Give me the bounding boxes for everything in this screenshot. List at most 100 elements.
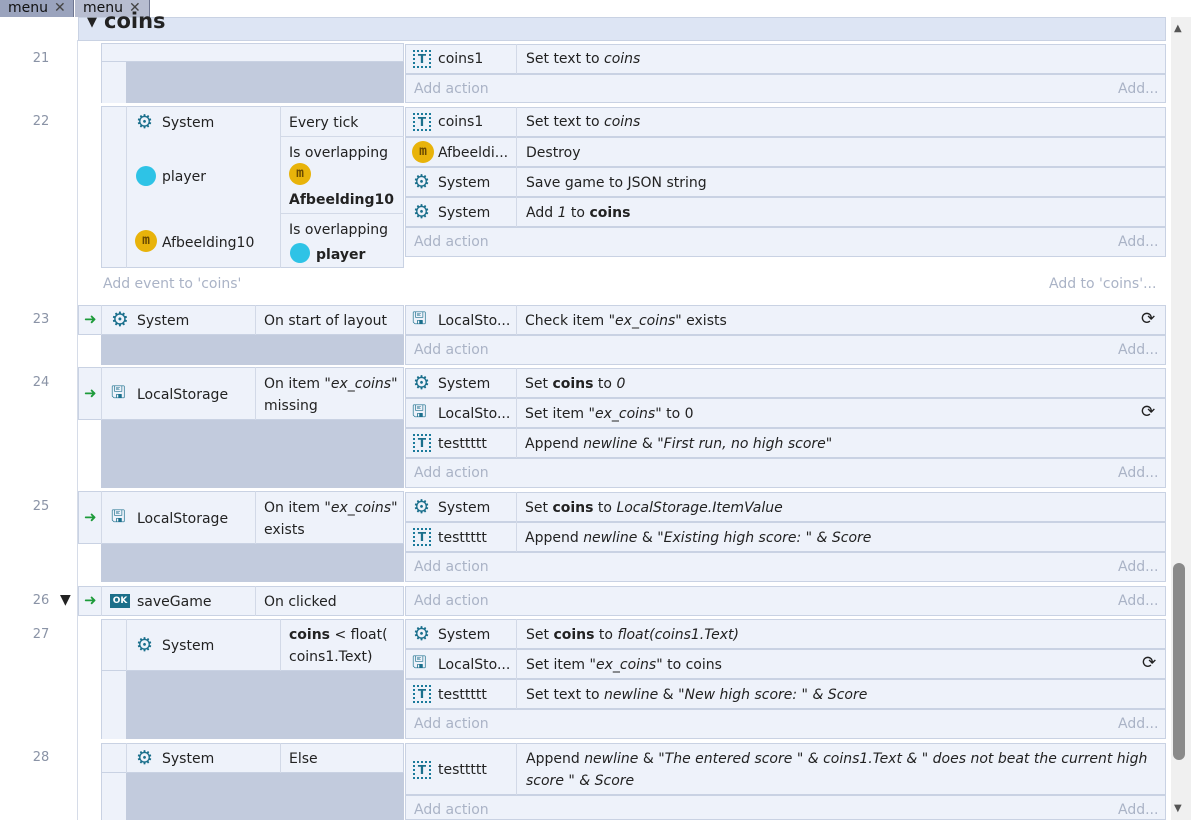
add-action-link[interactable]: Add action <box>414 559 489 575</box>
divider <box>516 619 517 709</box>
trigger-arrow-icon: ➜ <box>84 508 97 526</box>
action-row[interactable] <box>405 167 1166 197</box>
action-text: Destroy <box>526 145 581 161</box>
line-number: 28 <box>32 750 50 765</box>
divider <box>280 619 281 671</box>
action-object: coins1 <box>438 114 484 130</box>
add-action-row[interactable] <box>405 74 1166 103</box>
coin-icon: m <box>289 163 311 185</box>
condition-spacer <box>126 773 404 820</box>
condition-object: System <box>162 638 215 654</box>
gear-icon: ⚙ <box>413 372 431 394</box>
add-more-link[interactable]: Add... <box>1118 81 1158 97</box>
storage-icon: 🖫 <box>412 309 427 329</box>
divider <box>101 586 102 616</box>
divider <box>126 743 127 773</box>
gear-icon: ⚙ <box>111 307 129 331</box>
action-row[interactable] <box>405 398 1166 428</box>
async-clock-icon: ⟳ <box>1141 309 1156 329</box>
add-action-link[interactable]: Add action <box>414 465 489 481</box>
action-object: LocalSto... <box>438 657 511 673</box>
add-action-row[interactable] <box>405 458 1166 488</box>
add-more-link[interactable]: Add... <box>1118 559 1158 575</box>
scroll-down-icon[interactable]: ▼ <box>1174 800 1182 818</box>
add-more-link[interactable]: Add... <box>1118 465 1158 481</box>
group-header[interactable] <box>78 17 1166 41</box>
tab-menu-1[interactable]: menu ✕ <box>0 0 74 17</box>
condition-text: On item "ex_coins" <box>264 376 398 392</box>
add-action-row[interactable] <box>405 335 1166 365</box>
add-action-row[interactable] <box>405 795 1166 820</box>
add-action-link[interactable]: Add action <box>414 342 489 358</box>
add-to-group-link[interactable]: Add to 'coins'... <box>1049 276 1156 292</box>
add-action-row[interactable] <box>405 586 1166 616</box>
divider <box>255 367 256 420</box>
scrollbar-thumb[interactable] <box>1173 563 1185 760</box>
add-action-row[interactable] <box>405 709 1166 739</box>
indent <box>101 671 126 739</box>
gear-icon: ⚙ <box>413 623 431 645</box>
action-object: coins1 <box>438 51 484 67</box>
add-action-row[interactable] <box>405 552 1166 582</box>
action-text: score " & Score <box>526 773 635 789</box>
condition-spacer <box>126 671 404 739</box>
add-more-link[interactable]: Add... <box>1118 802 1158 818</box>
action-object: LocalSto... <box>438 406 511 422</box>
add-action-link[interactable]: Add action <box>414 234 489 250</box>
action-row[interactable] <box>405 492 1166 522</box>
coin-icon: m <box>135 230 157 252</box>
indent <box>101 773 126 820</box>
trigger-arrow-icon: ➜ <box>84 591 97 609</box>
action-row[interactable] <box>405 44 1166 74</box>
condition-text: missing <box>264 398 318 414</box>
condition-param: Afbeelding10 <box>289 192 395 208</box>
divider <box>255 491 256 544</box>
add-action-link[interactable]: Add action <box>414 802 489 818</box>
action-row[interactable] <box>405 197 1166 227</box>
collapse-arrow-icon[interactable]: ▼ <box>60 591 71 609</box>
action-row[interactable] <box>405 305 1166 335</box>
text-object-icon: T <box>413 761 431 779</box>
condition-text: On clicked <box>264 594 337 610</box>
action-row[interactable] <box>405 107 1166 137</box>
condition-param: player <box>316 247 366 263</box>
condition-text: coins < float( <box>289 627 388 643</box>
action-text: Set text to coins <box>526 51 641 67</box>
button-object-icon: OK <box>110 594 130 608</box>
condition-block[interactable] <box>101 43 404 62</box>
action-row[interactable] <box>405 137 1166 167</box>
add-more-link[interactable]: Add... <box>1118 234 1158 250</box>
action-object: testtttt <box>438 530 487 546</box>
divider <box>281 213 404 214</box>
add-event-link[interactable]: Add event to 'coins' <box>103 276 241 292</box>
add-more-link[interactable]: Add... <box>1118 593 1158 609</box>
action-row[interactable] <box>405 619 1166 649</box>
line-number: 26 <box>32 593 50 608</box>
gutter-line <box>77 40 78 820</box>
condition-spacer <box>101 335 404 365</box>
close-icon[interactable]: ✕ <box>54 0 66 16</box>
divider <box>126 106 127 268</box>
add-action-link[interactable]: Add action <box>414 81 489 97</box>
condition-spacer <box>101 420 404 488</box>
add-more-link[interactable]: Add... <box>1118 716 1158 732</box>
storage-icon: 🖫 <box>412 653 427 673</box>
add-action-link[interactable]: Add action <box>414 593 489 609</box>
tab-label: menu <box>8 0 48 16</box>
action-text: Check item "ex_coins" exists <box>525 313 727 329</box>
add-action-link[interactable]: Add action <box>414 716 489 732</box>
condition-object: Afbeelding10 <box>162 235 255 251</box>
add-action-row[interactable] <box>405 227 1166 257</box>
line-number: 21 <box>32 51 50 66</box>
divider <box>255 305 256 335</box>
action-row[interactable] <box>405 368 1166 398</box>
scroll-up-icon[interactable]: ▲ <box>1174 20 1182 38</box>
action-row[interactable] <box>405 649 1166 679</box>
add-more-link[interactable]: Add... <box>1118 342 1158 358</box>
action-text: Set item "ex_coins" to coins <box>526 657 722 673</box>
condition-object: saveGame <box>137 594 212 610</box>
collapse-arrow-icon[interactable]: ▼ <box>87 14 97 32</box>
divider <box>281 136 404 137</box>
divider <box>126 619 127 671</box>
line-number: 27 <box>32 627 50 642</box>
